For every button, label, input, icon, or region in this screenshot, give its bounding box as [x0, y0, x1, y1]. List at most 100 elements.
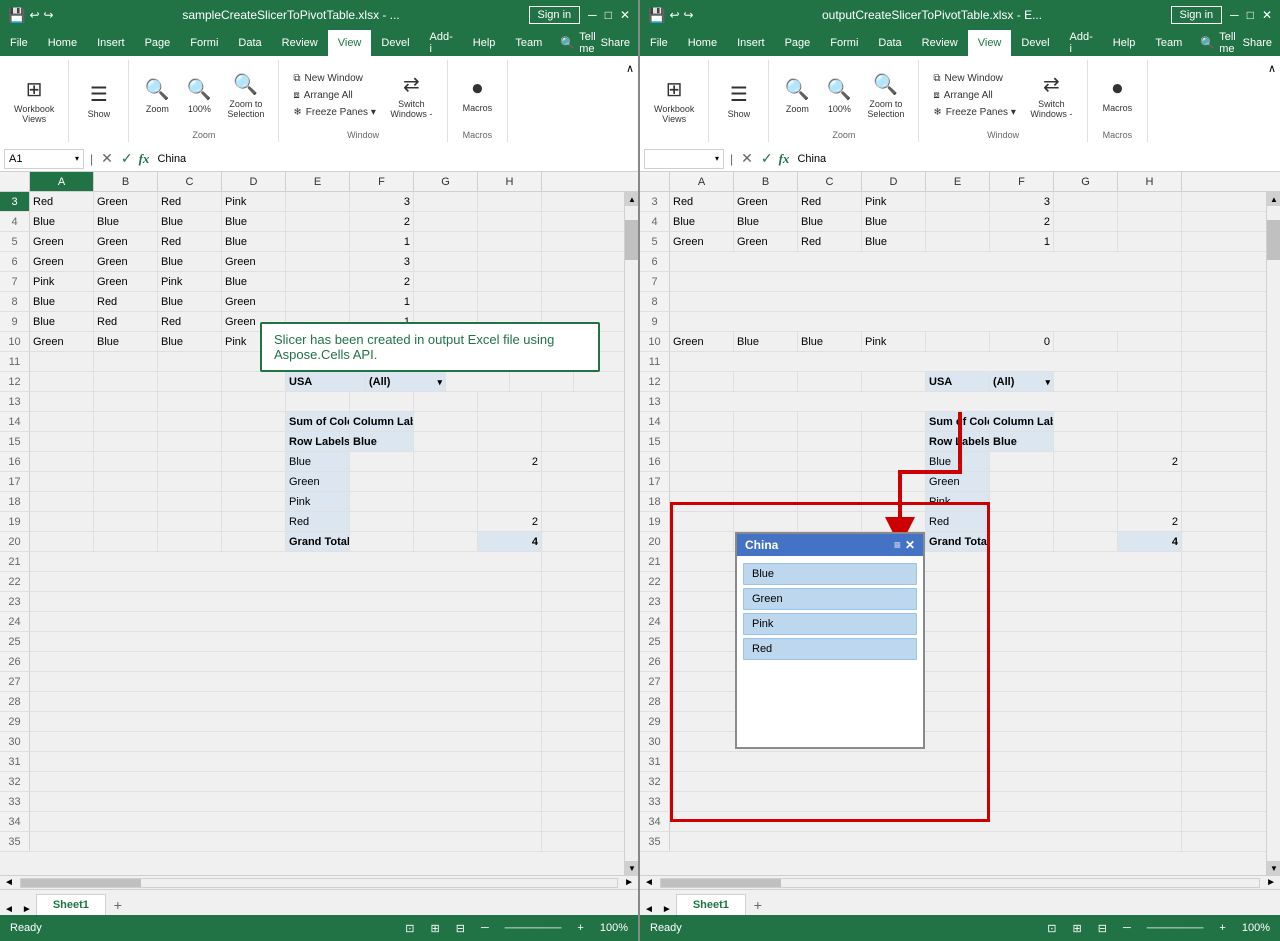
right-tab-team[interactable]: Team [1145, 30, 1192, 56]
left-col-B[interactable]: B [94, 172, 158, 191]
left-tab-review[interactable]: Review [272, 30, 328, 56]
left-cell-13B[interactable] [94, 392, 158, 411]
left-tab-view[interactable]: View [328, 30, 372, 56]
right-layout-normal-icon[interactable]: ⊡ [1047, 922, 1056, 935]
right-cell-10G[interactable] [1054, 332, 1118, 351]
right-share-label[interactable]: Share [1243, 37, 1272, 49]
right-cell-4B[interactable]: Blue [734, 212, 798, 231]
left-cell-12B[interactable] [94, 372, 158, 391]
slicer-item-red[interactable]: Red [743, 638, 917, 660]
left-zoom-plus-icon[interactable]: + [577, 922, 583, 934]
right-col-D[interactable]: D [862, 172, 926, 191]
left-cell-5D[interactable]: Blue [222, 232, 286, 251]
right-layout-page-icon[interactable]: ⊞ [1073, 922, 1082, 935]
left-hscroll-left[interactable]: ◄ [0, 877, 18, 888]
right-cell-10C[interactable]: Blue [798, 332, 862, 351]
right-cell-18G[interactable] [1054, 492, 1118, 511]
right-redo-icon[interactable]: ↪ [684, 8, 694, 22]
right-zoom-button[interactable]: 🔍 Zoom [777, 61, 817, 129]
left-cell-4G[interactable] [414, 212, 478, 231]
left-cell-13F[interactable] [350, 392, 414, 411]
r2-c34[interactable] [670, 812, 1182, 831]
left-col-D[interactable]: D [222, 172, 286, 191]
left-signin-button[interactable]: Sign in [529, 6, 581, 24]
left-cell-16D[interactable] [222, 452, 286, 471]
left-cell-3F[interactable]: 3 [350, 192, 414, 211]
slicer-item-green[interactable]: Green [743, 588, 917, 610]
left-cell-20G[interactable] [414, 532, 478, 551]
right-scroll-thumb[interactable] [1267, 220, 1280, 260]
r2-c32[interactable] [670, 772, 1182, 791]
right-cell-14G[interactable] [1054, 412, 1118, 431]
left-cell-18C[interactable] [158, 492, 222, 511]
right-cell-14A[interactable] [670, 412, 734, 431]
right-cell-10A[interactable]: Green [670, 332, 734, 351]
right-cell-17H[interactable] [1118, 472, 1182, 491]
left-share-label[interactable]: Share [601, 37, 630, 49]
slicer-clear-icon[interactable]: ✕ [905, 538, 915, 552]
right-100-button[interactable]: 🔍 100% [819, 61, 859, 129]
right-cell-19B[interactable] [734, 512, 798, 531]
c27[interactable] [30, 672, 542, 691]
left-cell-8E[interactable] [286, 292, 350, 311]
right-cell-16H[interactable]: 2 [1118, 452, 1182, 471]
r2-c35[interactable] [670, 832, 1182, 851]
left-cell-18H[interactable] [478, 492, 542, 511]
right-tab-data[interactable]: Data [868, 30, 911, 56]
left-cell-19F[interactable] [350, 512, 414, 531]
left-cell-7D[interactable]: Blue [222, 272, 286, 291]
right-tab-nav-right[interactable]: ► [658, 904, 676, 915]
right-cell-18A[interactable] [670, 492, 734, 511]
left-new-window-button[interactable]: ⧉ New Window [287, 71, 381, 86]
right-cell-15B[interactable] [734, 432, 798, 451]
right-layout-preview-icon[interactable]: ⊟ [1098, 922, 1107, 935]
left-cell-16G[interactable] [414, 452, 478, 471]
c33[interactable] [30, 792, 542, 811]
left-cell-15C[interactable] [158, 432, 222, 451]
c24[interactable] [30, 612, 542, 631]
left-cell-9A[interactable]: Blue [30, 312, 94, 331]
left-col-F[interactable]: F [350, 172, 414, 191]
right-workbook-views-button[interactable]: ⊞ WorkbookViews [648, 66, 700, 134]
left-cell-3A[interactable]: Red [30, 192, 94, 211]
c25[interactable] [30, 632, 542, 651]
c28[interactable] [30, 692, 542, 711]
right-cell-19G[interactable] [1054, 512, 1118, 531]
left-cell-5B[interactable]: Green [94, 232, 158, 251]
right-cell-3A[interactable]: Red [670, 192, 734, 211]
left-cell-14E[interactable]: Sum of Color [286, 412, 350, 431]
right-tab-view[interactable]: View [968, 30, 1012, 56]
left-cell-8B[interactable]: Red [94, 292, 158, 311]
left-name-box[interactable]: A1 ▾ [4, 149, 84, 169]
right-freeze-panes-button[interactable]: ❄ Freeze Panes ▾ [927, 105, 1021, 120]
left-cell-4F[interactable]: 2 [350, 212, 414, 231]
left-cell-19H[interactable]: 2 [478, 512, 542, 531]
left-cell-19A[interactable] [30, 512, 94, 531]
left-freeze-panes-button[interactable]: ❄ Freeze Panes ▾ [287, 105, 381, 120]
left-cell-20D[interactable] [222, 532, 286, 551]
left-cell-6A[interactable]: Green [30, 252, 94, 271]
left-cell-17D[interactable] [222, 472, 286, 491]
right-confirm-icon[interactable]: ✓ [759, 150, 775, 167]
left-min-icon[interactable]: ─ [588, 8, 597, 22]
right-cell-19H[interactable]: 2 [1118, 512, 1182, 531]
right-cell-16A[interactable] [670, 452, 734, 471]
right-scroll-up[interactable]: ▲ [1267, 192, 1280, 206]
left-cell-17F[interactable] [350, 472, 414, 491]
right-tab-page[interactable]: Page [775, 30, 821, 56]
right-cell-5B[interactable]: Green [734, 232, 798, 251]
left-max-icon[interactable]: □ [605, 8, 612, 22]
right-col-H[interactable]: H [1118, 172, 1182, 191]
left-cell-12C[interactable] [158, 372, 222, 391]
left-scroll-thumb[interactable] [625, 220, 638, 260]
left-cell-8D[interactable]: Green [222, 292, 286, 311]
left-cell-5H[interactable] [478, 232, 542, 251]
left-cell-11C[interactable] [158, 352, 222, 371]
right-cell-12D[interactable] [862, 372, 926, 391]
right-scroll-down[interactable]: ▼ [1267, 861, 1280, 875]
left-cell-18F[interactable] [350, 492, 414, 511]
right-zoom-minus-icon[interactable]: ─ [1123, 922, 1131, 934]
left-cell-17H[interactable] [478, 472, 542, 491]
left-cell-14B[interactable] [94, 412, 158, 431]
right-close-icon[interactable]: ✕ [1262, 8, 1272, 22]
